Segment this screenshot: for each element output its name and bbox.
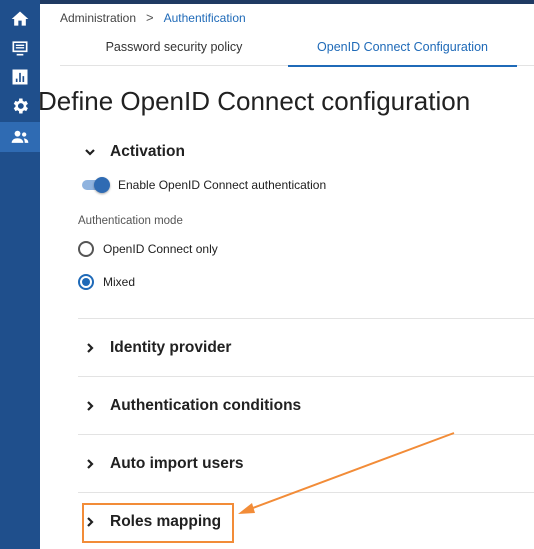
enable-oidc-row: Enable OpenID Connect authentication [80, 176, 326, 194]
sidebar-item-monitoring[interactable] [0, 33, 40, 63]
chevron-right-icon [84, 458, 96, 470]
enable-oidc-toggle[interactable] [80, 176, 110, 194]
home-icon [11, 11, 29, 26]
section-divider [78, 318, 534, 319]
chevron-right-icon [84, 342, 96, 354]
sidebar-item-users[interactable] [0, 122, 40, 152]
sidebar-item-settings[interactable] [0, 91, 40, 121]
section-authentication-conditions-title: Authentication conditions [110, 397, 302, 414]
enable-oidc-label: Enable OpenID Connect authentication [118, 178, 327, 192]
gear-icon [13, 98, 28, 114]
radio-option-mixed-label: Mixed [103, 275, 136, 289]
sidebar-item-home[interactable] [0, 4, 40, 34]
radio-option-mixed[interactable]: Mixed [78, 274, 135, 290]
authentication-mode-label: Authentication mode [78, 215, 183, 227]
chevron-right-icon: > [146, 10, 154, 25]
section-divider [78, 376, 534, 377]
bar-chart-icon [12, 69, 28, 85]
page-title: Define OpenID Connect configuration [38, 86, 471, 116]
users-icon [11, 130, 29, 143]
tab-bar: Password security policy OpenID Connect … [60, 28, 534, 67]
radio-button-checked[interactable] [78, 274, 94, 290]
annotation-highlight-box [82, 503, 234, 543]
tab-openid-connect-configuration[interactable]: OpenID Connect Configuration [288, 28, 517, 67]
breadcrumb: Administration > Authentification [60, 10, 246, 25]
tab-password-security-policy[interactable]: Password security policy [60, 28, 288, 66]
sidebar [0, 0, 40, 549]
section-activation-title: Activation [110, 143, 185, 160]
section-identity-provider-header[interactable]: Identity provider [84, 339, 231, 357]
chevron-down-icon [84, 146, 96, 158]
section-authentication-conditions-header[interactable]: Authentication conditions [84, 397, 301, 415]
monitor-list-icon [12, 41, 28, 56]
radio-option-openid-only[interactable]: OpenID Connect only [78, 241, 218, 257]
section-auto-import-users-title: Auto import users [110, 455, 244, 472]
chevron-right-icon [84, 400, 96, 412]
radio-option-openid-only-label: OpenID Connect only [103, 242, 218, 256]
section-divider [78, 492, 534, 493]
section-divider [78, 434, 534, 435]
section-identity-provider-title: Identity provider [110, 339, 232, 356]
breadcrumb-authentification[interactable]: Authentification [164, 11, 246, 25]
radio-button-unchecked[interactable] [78, 241, 94, 257]
section-auto-import-users-header[interactable]: Auto import users [84, 455, 243, 473]
breadcrumb-administration[interactable]: Administration [60, 11, 136, 25]
section-activation-header[interactable]: Activation [84, 143, 185, 161]
sidebar-item-reports[interactable] [0, 62, 40, 92]
